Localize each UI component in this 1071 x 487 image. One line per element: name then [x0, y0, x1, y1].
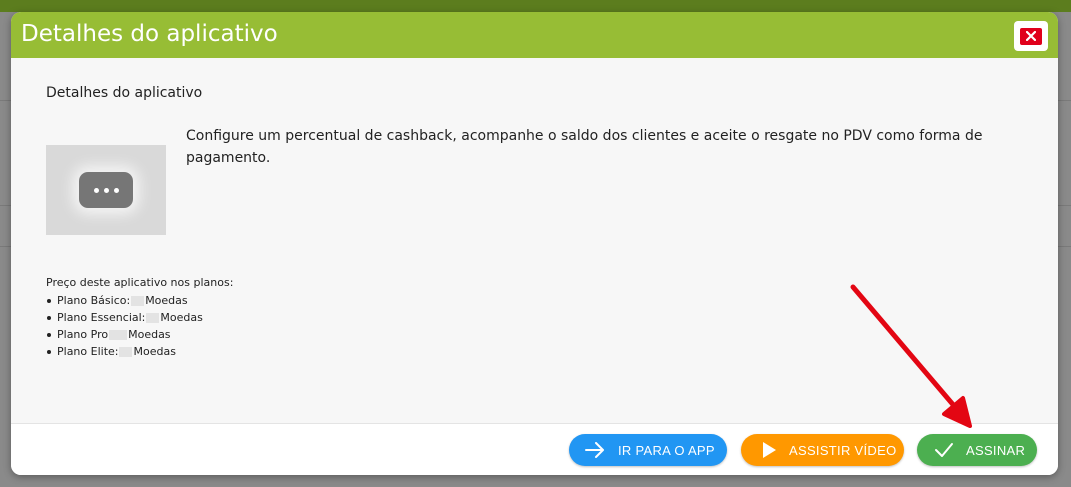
modal-header: Detalhes do aplicativo — [11, 12, 1058, 58]
list-item: Plano Básico: Moedas — [46, 292, 203, 309]
list-item: Plano Essencial: Moedas — [46, 309, 203, 326]
plan-unit: Moedas — [145, 294, 188, 307]
price-value-redacted — [109, 329, 128, 340]
checkmark-icon — [934, 440, 954, 460]
app-thumbnail — [46, 145, 166, 235]
arrow-right-icon — [585, 440, 605, 460]
price-value-redacted — [146, 312, 160, 323]
background-topbar — [0, 0, 1071, 12]
plan-unit: Moedas — [128, 328, 171, 341]
close-icon — [1020, 27, 1042, 45]
list-item: Plano Elite: Moedas — [46, 343, 203, 360]
modal-body: Detalhes do aplicativo Configure um perc… — [11, 58, 1058, 423]
list-item: Plano Pro Moedas — [46, 326, 203, 343]
modal-title: Detalhes do aplicativo — [21, 21, 278, 47]
go-to-app-button[interactable]: IR PARA O APP — [569, 434, 727, 466]
app-description: Configure um percentual de cashback, aco… — [186, 128, 983, 166]
plan-name: Plano Elite: — [57, 345, 119, 358]
plan-name: Plano Pro — [57, 328, 109, 341]
app-details-modal: Detalhes do aplicativo Detalhes do aplic… — [11, 12, 1058, 475]
section-title: Detalhes do aplicativo — [46, 85, 203, 101]
go-to-app-label: IR PARA O APP — [618, 442, 715, 458]
watch-video-button[interactable]: ASSISTIR VÍDEO — [741, 434, 904, 466]
chat-bubble-dots-icon — [79, 172, 133, 208]
subscribe-label: ASSINAR — [966, 442, 1026, 458]
plan-name: Plano Básico: — [57, 294, 131, 307]
subscribe-button[interactable]: ASSINAR — [917, 434, 1037, 466]
prices-heading: Preço deste aplicativo nos planos: — [46, 276, 234, 289]
play-icon — [759, 440, 779, 460]
watch-video-label: ASSISTIR VÍDEO — [789, 442, 897, 458]
price-value-redacted — [119, 346, 133, 357]
close-button[interactable] — [1014, 21, 1048, 51]
price-value-redacted — [131, 295, 145, 306]
modal-footer: IR PARA O APP ASSISTIR VÍDEO ASSINAR — [11, 423, 1058, 475]
plan-unit: Moedas — [133, 345, 176, 358]
plans-list: Plano Básico: Moedas Plano Essencial: Mo… — [46, 292, 203, 360]
plan-name: Plano Essencial: — [57, 311, 146, 324]
plan-unit: Moedas — [160, 311, 203, 324]
